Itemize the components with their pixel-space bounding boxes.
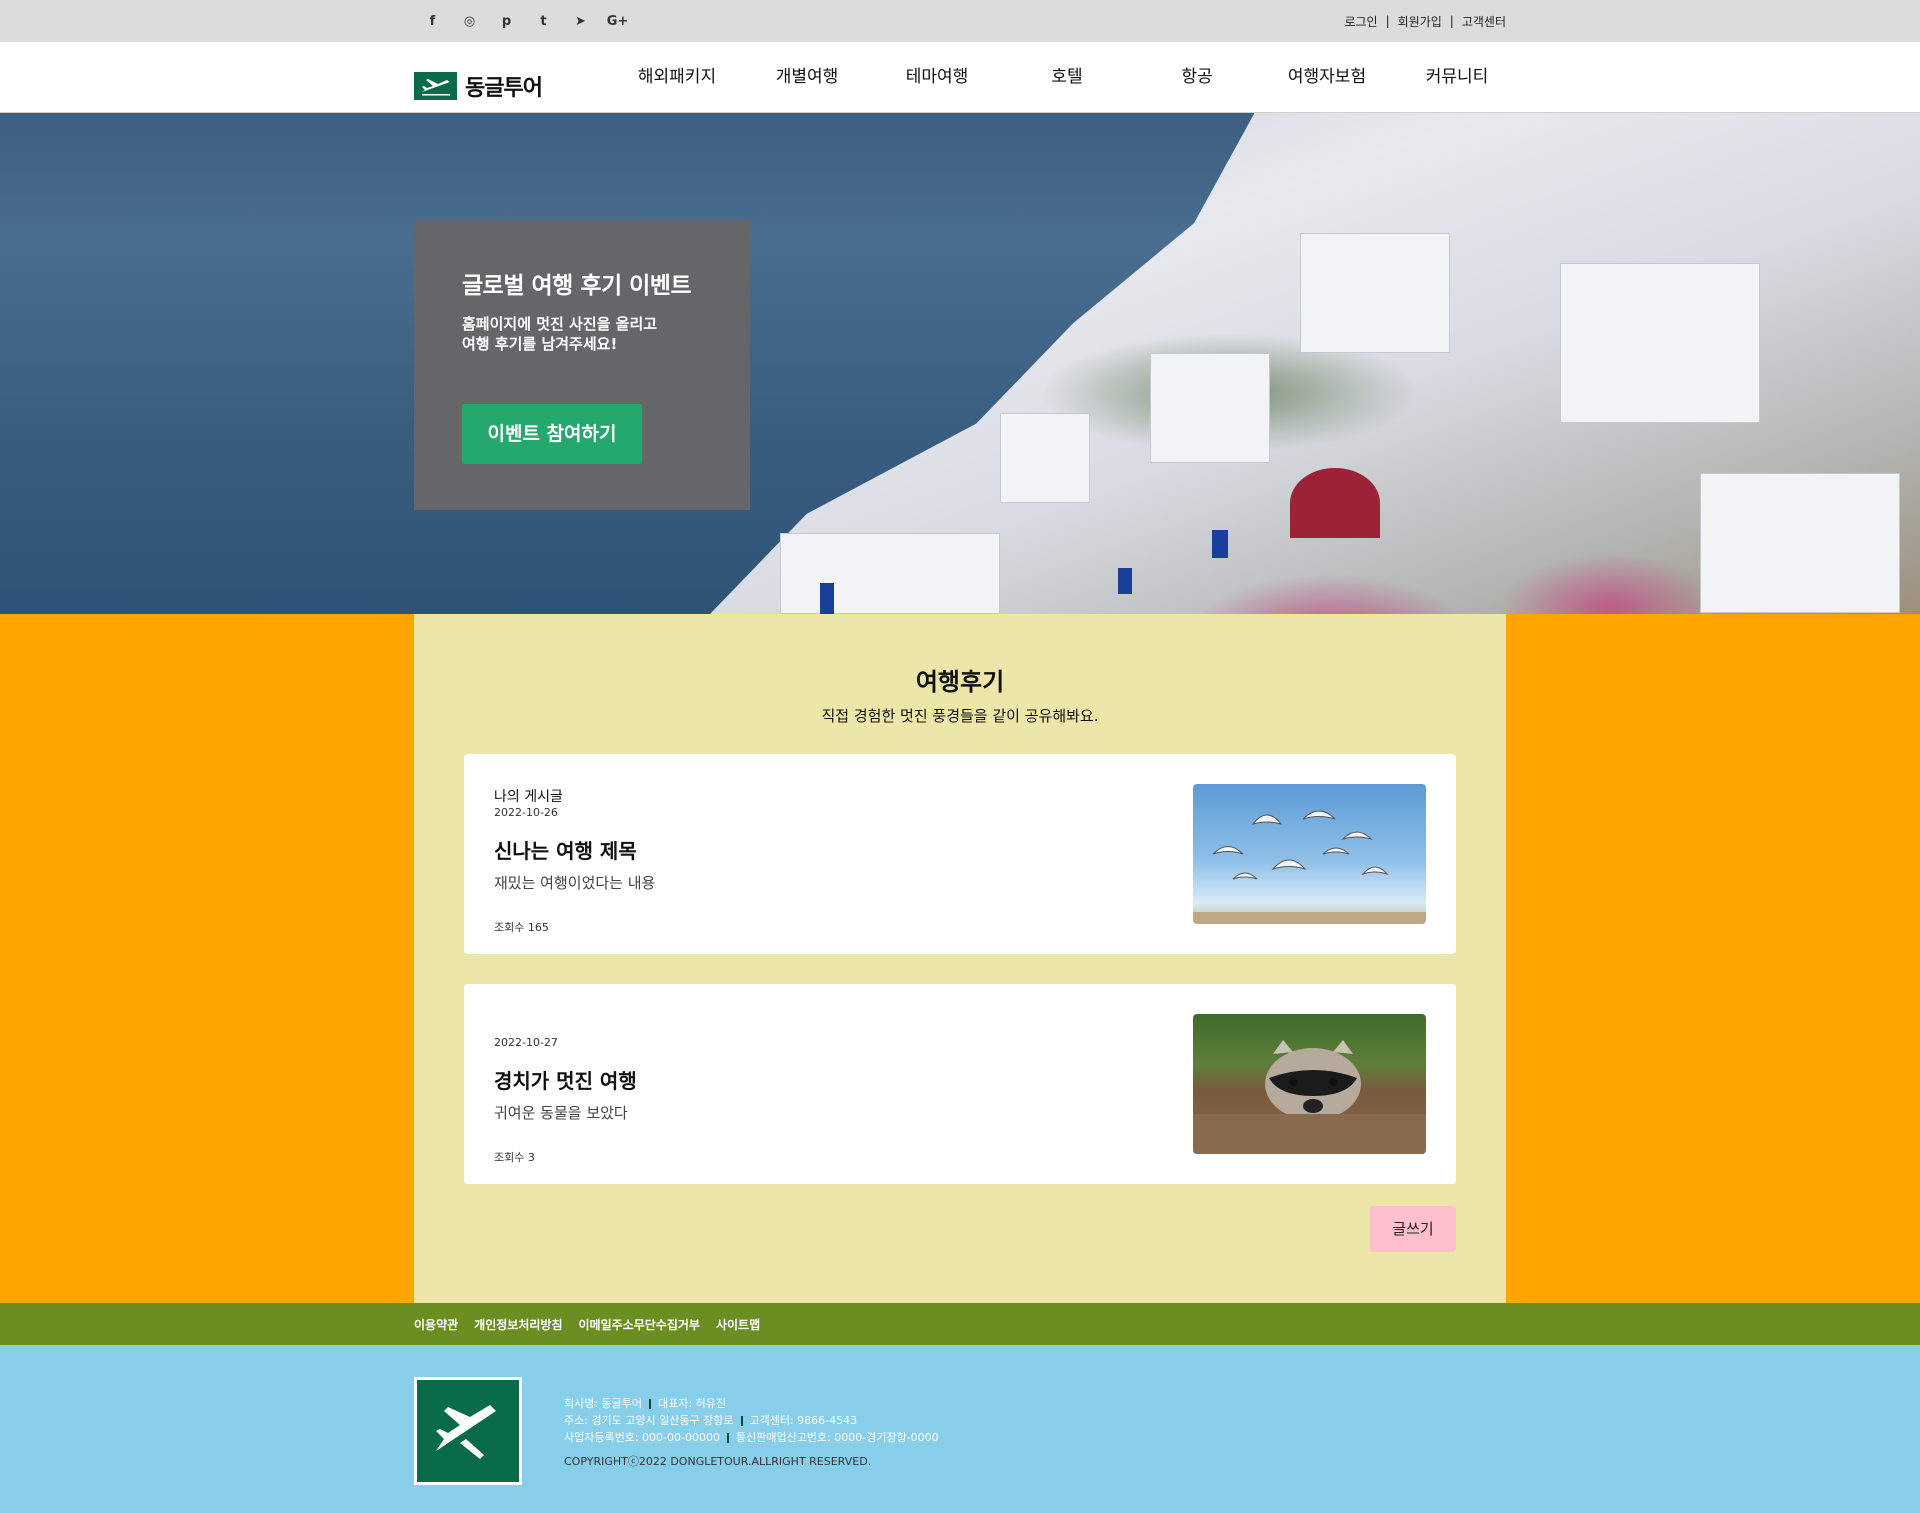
post-date: 2022-10-27 bbox=[494, 1036, 558, 1049]
hero-banner: 글로벌 여행 후기 이벤트 홈페이지에 멋진 사진을 올리고 여행 후기를 남겨… bbox=[0, 113, 1920, 614]
ceo-name: 대표자: 허유진 bbox=[658, 1397, 726, 1410]
instagram-icon[interactable]: ◎ bbox=[451, 0, 488, 42]
house-shape bbox=[1150, 353, 1270, 463]
company-address: 주소: 경기도 고양시 일산동구 장항로 bbox=[564, 1414, 734, 1427]
sitemap-link[interactable]: 사이트맵 bbox=[716, 1316, 760, 1333]
copyright: COPYRIGHTⓒ2022 DONGLETOUR.ALLRIGHT RESER… bbox=[564, 1455, 872, 1468]
house-shape bbox=[1560, 263, 1760, 423]
review-card[interactable]: 2022-10-27 경치가 멋진 여행 귀여운 동물을 보았다 조회수 3 bbox=[464, 984, 1456, 1184]
join-link[interactable]: 회원가입 bbox=[1398, 13, 1442, 30]
facebook-icon[interactable]: f bbox=[414, 0, 451, 42]
business-number: 사업자등록번호: 000-00-00000 bbox=[564, 1431, 720, 1444]
post-views: 조회수 165 bbox=[494, 921, 549, 934]
post-description: 귀여운 동물을 보았다 bbox=[494, 1104, 628, 1122]
nav-item-individual-travel[interactable]: 개별여행 bbox=[742, 42, 872, 113]
red-dome bbox=[1290, 468, 1380, 538]
write-button[interactable]: 글쓰기 bbox=[1370, 1206, 1456, 1252]
post-title: 경치가 멋진 여행 bbox=[494, 1069, 637, 1093]
section-subtitle: 직접 경험한 멋진 풍경들을 같이 공유해봐요. bbox=[821, 707, 1099, 725]
airplane-icon bbox=[414, 1377, 522, 1485]
telegram-icon[interactable]: ➤ bbox=[562, 0, 599, 42]
reviews-section: 여행후기 직접 경험한 멋진 풍경들을 같이 공유해봐요. 나의 게시글 202… bbox=[0, 614, 1920, 1303]
post-date: 2022-10-26 bbox=[494, 806, 558, 819]
twitter-icon[interactable]: t bbox=[525, 0, 562, 42]
separator bbox=[649, 1399, 652, 1409]
support-phone: 고객센터: 9866-4543 bbox=[749, 1414, 858, 1427]
event-description: 홈페이지에 멋진 사진을 올리고 여행 후기를 남겨주세요! bbox=[462, 315, 658, 353]
review-list: 나의 게시글 2022-10-26 신나는 여행 제목 재밌는 여행이었다는 내… bbox=[464, 754, 1456, 1184]
event-title: 글로벌 여행 후기 이벤트 bbox=[462, 273, 692, 299]
house-shape bbox=[1000, 413, 1090, 503]
email-policy-link[interactable]: 이메일주소무단수집거부 bbox=[579, 1316, 700, 1333]
house-shape bbox=[1700, 473, 1900, 613]
separator bbox=[740, 1416, 743, 1426]
terms-link[interactable]: 이용약관 bbox=[414, 1316, 458, 1333]
blue-door bbox=[820, 583, 834, 614]
user-links: 로그인 | 회원가입 | 고객센터 bbox=[1344, 0, 1506, 42]
pinterest-icon[interactable]: p bbox=[488, 0, 525, 42]
post-badge: 나의 게시글 bbox=[494, 789, 563, 805]
company-name: 회사명: 동글투어 bbox=[564, 1397, 643, 1410]
nav-item-theme-travel[interactable]: 테마여행 bbox=[872, 42, 1002, 113]
company-info: 회사명: 동글투어 대표자: 허유진 주소: 경기도 고양시 일산동구 장항로 고객… bbox=[564, 1395, 939, 1470]
blue-door bbox=[1212, 530, 1228, 558]
separator bbox=[726, 1433, 729, 1443]
post-views: 조회수 3 bbox=[494, 1151, 535, 1164]
post-description: 재밌는 여행이었다는 내용 bbox=[494, 874, 656, 892]
post-badge bbox=[494, 1016, 637, 1034]
raccoon-photo bbox=[1193, 1014, 1426, 1154]
join-event-button[interactable]: 이벤트 참여하기 bbox=[462, 404, 642, 464]
blue-door bbox=[1118, 568, 1132, 594]
logo-text: 동글투어 bbox=[465, 76, 543, 101]
divider: | bbox=[1449, 14, 1454, 28]
site-header: 동글투어 해외패키지 개별여행 테마여행 호텔 항공 여행자보험 커뮤니티 bbox=[0, 42, 1920, 113]
section-title: 여행후기 bbox=[915, 668, 1005, 696]
review-card[interactable]: 나의 게시글 2022-10-26 신나는 여행 제목 재밌는 여행이었다는 내… bbox=[464, 754, 1456, 954]
support-link[interactable]: 고객센터 bbox=[1462, 13, 1506, 30]
site-footer: 회사명: 동글투어 대표자: 허유진 주소: 경기도 고양시 일산동구 장항로 고객… bbox=[0, 1345, 1920, 1513]
nav-item-overseas-package[interactable]: 해외패키지 bbox=[612, 42, 742, 113]
nav-item-airline[interactable]: 항공 bbox=[1132, 42, 1262, 113]
nav-item-hotel[interactable]: 호텔 bbox=[1002, 42, 1132, 113]
top-utility-bar: f ◎ p t ➤ G+ 로그인 | 회원가입 | 고객센터 bbox=[0, 0, 1920, 42]
seagulls-photo bbox=[1193, 784, 1426, 924]
airplane-icon bbox=[414, 72, 457, 100]
event-promo-box: 글로벌 여행 후기 이벤트 홈페이지에 멋진 사진을 올리고 여행 후기를 남겨… bbox=[414, 220, 750, 510]
login-link[interactable]: 로그인 bbox=[1344, 13, 1377, 30]
nav-item-community[interactable]: 커뮤니티 bbox=[1392, 42, 1522, 113]
main-nav: 해외패키지 개별여행 테마여행 호텔 항공 여행자보험 커뮤니티 bbox=[612, 42, 1522, 113]
divider: | bbox=[1385, 14, 1390, 28]
footer-links-bar: 이용약관 개인정보처리방침 이메일주소무단수집거부 사이트맵 bbox=[0, 1303, 1920, 1345]
site-logo[interactable]: 동글투어 bbox=[414, 70, 543, 102]
google-plus-icon[interactable]: G+ bbox=[599, 0, 636, 42]
sales-registration: 통신판매업신고번호: 0000-경기장항-0000 bbox=[735, 1431, 939, 1444]
nav-item-travel-insurance[interactable]: 여행자보험 bbox=[1262, 42, 1392, 113]
privacy-link[interactable]: 개인정보처리방침 bbox=[474, 1316, 562, 1333]
house-shape bbox=[1300, 233, 1450, 353]
reviews-panel: 여행후기 직접 경험한 멋진 풍경들을 같이 공유해봐요. 나의 게시글 202… bbox=[414, 614, 1506, 1303]
house-shape bbox=[780, 533, 1000, 614]
social-links: f ◎ p t ➤ G+ bbox=[414, 0, 636, 42]
post-title: 신나는 여행 제목 bbox=[494, 839, 637, 863]
